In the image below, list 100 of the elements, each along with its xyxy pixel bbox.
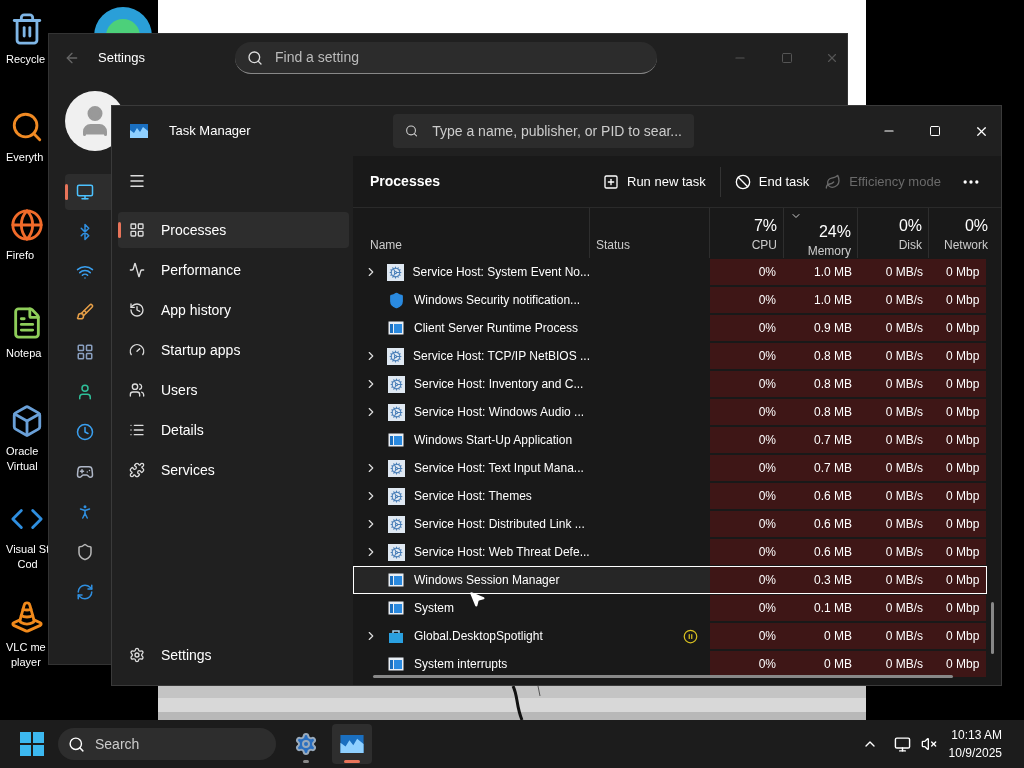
process-row[interactable]: Service Host: Inventory and C... 0% 0.8 MB 0 MB/s 0 Mbp [353,370,987,398]
desktop-icon-label: VLC me [6,640,46,655]
process-row[interactable]: Service Host: Themes 0% 0.6 MB 0 MB/s 0 Mbp [353,482,987,510]
process-row[interactable]: Windows Security notification... 0% 1.0 MB 0 MB/s 0 Mbp [353,286,987,314]
scrollbar-thumb[interactable] [373,675,953,678]
nav-item[interactable]: Details [118,412,349,448]
scrollbar-thumb[interactable] [991,602,994,654]
app-window-icon [388,321,404,335]
process-row[interactable]: Client Server Runtime Process 0% 0.9 MB 0 MB/s 0 Mbp [353,314,987,342]
search-icon [68,735,85,753]
nav-item[interactable]: Users [118,372,349,408]
cpu-cell: 0% [710,455,784,481]
settings-nav-item[interactable]: Settings [121,637,353,673]
nav-item[interactable]: Performance [118,252,349,288]
nav-item[interactable]: Services [118,452,349,488]
network-cell: 0 Mbp [929,427,986,453]
cpu-cell: 0% [710,371,784,397]
app-window-icon [388,433,404,447]
globe-icon[interactable] [10,208,44,242]
network-cell: 0 Mbp [929,371,986,397]
leaf-icon [825,173,842,190]
process-row[interactable]: Service Host: TCP/IP NetBIOS ... 0% 0.8 MB 0 MB/s 0 Mbp [353,342,987,370]
cpu-cell: 0% [710,427,784,453]
search-field[interactable]: Search [58,728,276,760]
process-row[interactable]: Global.DesktopSpotlight 0% 0 MB 0 MB/s 0 Mbp [353,622,987,650]
shield-icon [388,291,405,309]
process-name: Service Host: Themes [414,488,532,505]
memory-cell: 0.9 MB [784,315,858,341]
nav-item[interactable]: Processes [118,212,349,248]
column-header[interactable]: Status [589,208,709,258]
monitor-icon[interactable] [893,735,911,753]
recycle-bin-icon[interactable] [10,12,44,46]
process-row[interactable]: Service Host: Web Threat Defe... 0% 0.6 MB 0 MB/s 0 Mbp [353,538,987,566]
mute-icon[interactable] [920,736,937,752]
menu-icon[interactable] [128,172,146,190]
disk-cell: 0 MB/s [858,259,929,285]
window-title: Task Manager [169,122,252,141]
process-row[interactable]: Service Host: Distributed Link ... 0% 0.6 MB 0 MB/s 0 Mbp [353,510,987,538]
process-row[interactable]: Service Host: System Event No... 0% 1.0 MB 0 MB/s 0 Mbp [353,258,987,286]
cube-icon[interactable] [10,404,44,438]
list-icon [129,422,145,438]
disk-cell: 0 MB/s [858,539,929,565]
taskbar-app[interactable] [332,724,372,764]
gear-icon [387,263,405,281]
gauge-icon [129,342,145,358]
cone-icon[interactable] [10,600,44,634]
app-window-icon [388,573,404,587]
search-field[interactable]: Type a name, publisher, or PID to sear... [393,114,694,148]
process-name: Windows Security notification... [414,292,581,309]
gear-icon [388,375,405,393]
memory-cell: 0 MB [784,651,858,677]
apps-icon [76,343,94,361]
chart-app-icon [340,735,364,753]
search-field[interactable]: Find a setting [235,42,657,74]
magnifier-icon[interactable] [10,110,44,144]
nav-item[interactable] [65,174,111,210]
network-cell: 0 Mbp [929,595,986,621]
app-window-icon [388,601,404,615]
gear-icon [388,543,405,561]
nav-item[interactable]: App history [118,292,349,328]
start-icon[interactable] [20,732,44,756]
clock-date[interactable]: 10/9/2025 [948,744,1002,762]
cpu-cell: 0% [710,595,784,621]
process-row[interactable]: System 0% 0.1 MB 0 MB/s 0 Mbp [353,594,987,622]
column-header[interactable]: 0% Network [928,208,994,258]
users-icon [129,382,145,398]
grid-icon [129,222,145,238]
gear-icon [388,459,405,477]
network-cell: 0 Mbp [929,455,986,481]
back-icon[interactable] [64,50,80,66]
nav-item[interactable]: Startup apps [118,332,349,368]
disk-cell: 0 MB/s [858,343,929,369]
process-row[interactable]: Service Host: Text Input Mana... 0% 0.7 MB 0 MB/s 0 Mbp [353,454,987,482]
process-name: System [414,600,454,617]
toolbar-button[interactable]: End task [726,165,818,198]
process-name: Service Host: Windows Audio ... [414,404,585,421]
window-title: Settings [98,49,145,68]
cpu-cell: 0% [710,511,784,537]
column-header[interactable]: 7% CPU [709,208,783,258]
process-row[interactable]: Windows Start-Up Application 0% 0.7 MB 0 MB/s 0 Mbp [353,426,987,454]
disk-cell: 0 MB/s [858,427,929,453]
column-header[interactable]: 24% Memory [783,208,857,258]
process-name: Client Server Runtime Process [414,320,579,337]
page-title: Processes [370,172,442,191]
desktop-icon-label: Notepa [6,346,42,361]
clock-time[interactable]: 10:13 AM [951,726,1002,744]
puzzle-icon [129,462,145,478]
column-header[interactable]: Name [353,208,589,258]
process-name: Service Host: System Event No... [412,264,590,281]
cpu-cell: 0% [710,343,784,369]
settings-icon [129,647,145,663]
process-row[interactable]: Service Host: Windows Audio ... 0% 0.8 MB 0 MB/s 0 Mbp [353,398,987,426]
process-row[interactable]: Windows Session Manager 0% 0.3 MB 0 MB/s 0 Mbp [353,566,987,594]
column-header[interactable]: 0% Disk [857,208,928,258]
search-icon [405,124,419,138]
process-name: Windows Session Manager [414,572,560,589]
memory-cell: 0.8 MB [784,371,858,397]
process-name: Windows Start-Up Application [414,432,573,449]
shield-icon [76,543,94,561]
toolbar-button[interactable]: Run new task [595,165,714,198]
